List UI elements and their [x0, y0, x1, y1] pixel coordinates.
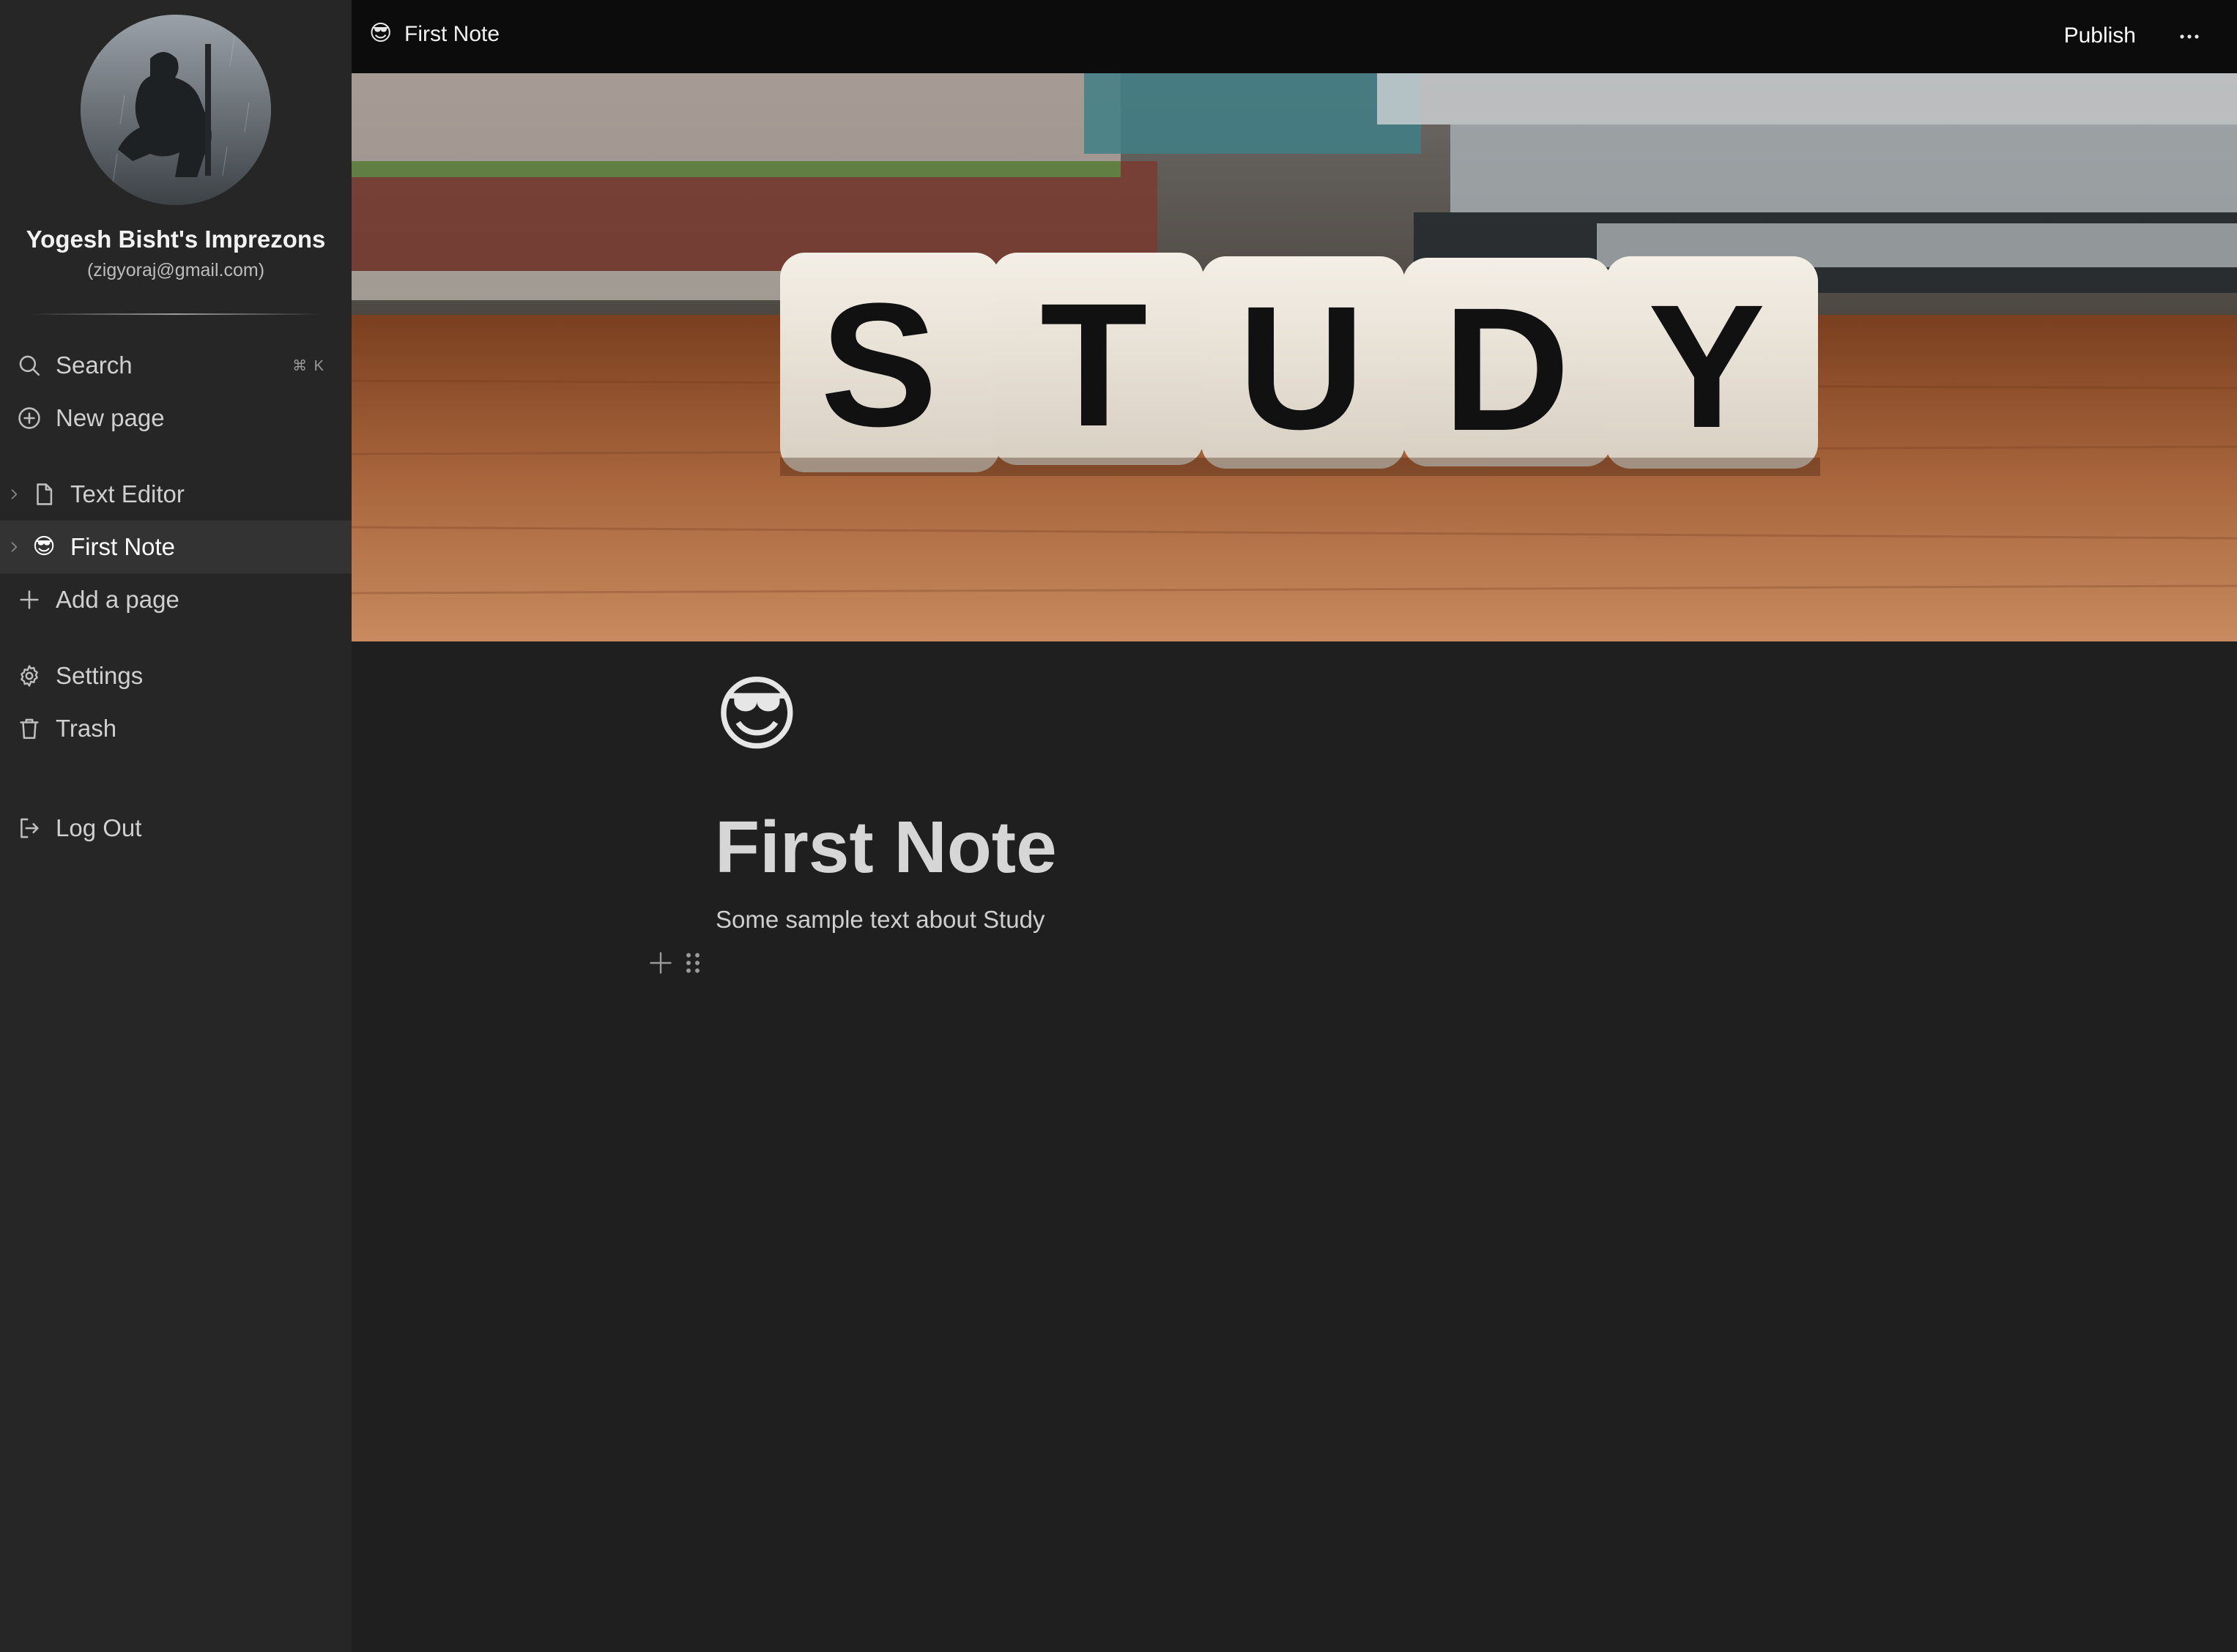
more-options-icon[interactable] — [2171, 21, 2208, 53]
plus-circle-icon — [16, 405, 42, 431]
search-shortcut: ⌘ K — [292, 357, 325, 374]
sidebar-settings-label: Settings — [56, 662, 144, 689]
search-icon — [16, 352, 42, 379]
page-emoji-icon[interactable]: 😎 — [714, 674, 800, 756]
sunglasses-emoji-icon: 😎 — [32, 535, 56, 559]
drag-handle-icon[interactable] — [684, 950, 702, 976]
cover-letters: S T U D Y — [352, 73, 2237, 641]
cover-letter: T — [1040, 267, 1148, 463]
sidebar-settings[interactable]: Settings — [0, 650, 352, 702]
sidebar-add-page-label: Add a page — [56, 586, 179, 613]
cover-letter: Y — [1648, 268, 1766, 464]
cover-letter: U — [1238, 269, 1365, 466]
chevron-right-icon[interactable] — [4, 534, 23, 560]
sidebar-divider — [29, 313, 322, 315]
sidebar-logout[interactable]: Log Out — [0, 802, 352, 855]
logout-icon — [16, 815, 42, 841]
add-block-icon[interactable] — [648, 950, 674, 976]
avatar-image — [81, 15, 271, 205]
avatar[interactable] — [81, 15, 271, 205]
page-emoji-icon: 😎 — [369, 21, 393, 45]
sidebar-new-page[interactable]: New page — [0, 392, 352, 444]
file-icon — [31, 481, 57, 507]
gear-icon — [16, 663, 42, 689]
sidebar-add-page[interactable]: Add a page — [0, 573, 352, 626]
text-block[interactable]: Some sample text about Study — [716, 906, 1045, 934]
sidebar-search[interactable]: Search ⌘ K — [0, 339, 352, 392]
workspace-email: (zigyoraj@gmail.com) — [86, 260, 265, 280]
sidebar-search-label: Search — [56, 351, 133, 379]
cover-letter: D — [1443, 271, 1570, 467]
sidebar-trash[interactable]: Trash — [0, 702, 352, 755]
page-title[interactable]: First Note — [715, 805, 1057, 890]
sidebar: Yogesh Bisht's Imprezons (zigyoraj@gmail… — [0, 0, 352, 1652]
trash-icon — [16, 715, 42, 742]
sidebar-page-label: First Note — [70, 533, 176, 560]
sidebar-page-first-note[interactable]: 😎 First Note — [0, 521, 352, 573]
block-handles — [648, 950, 702, 976]
top-bar: 😎 First Note Publish — [352, 0, 2237, 73]
cover-letter: S — [820, 267, 938, 463]
sidebar-logout-label: Log Out — [56, 814, 142, 841]
breadcrumb-page-title[interactable]: First Note — [404, 22, 500, 47]
sidebar-trash-label: Trash — [56, 715, 117, 742]
cover-image[interactable]: S T U D Y — [352, 73, 2237, 641]
publish-button[interactable]: Publish — [2057, 18, 2143, 54]
sidebar-new-page-label: New page — [56, 404, 165, 431]
chevron-right-icon[interactable] — [4, 481, 23, 507]
plus-icon — [16, 587, 42, 613]
sidebar-page-text-editor[interactable]: Text Editor — [0, 468, 352, 521]
sidebar-page-label: Text Editor — [70, 480, 185, 507]
workspace-name: Yogesh Bisht's Imprezons — [26, 226, 326, 253]
